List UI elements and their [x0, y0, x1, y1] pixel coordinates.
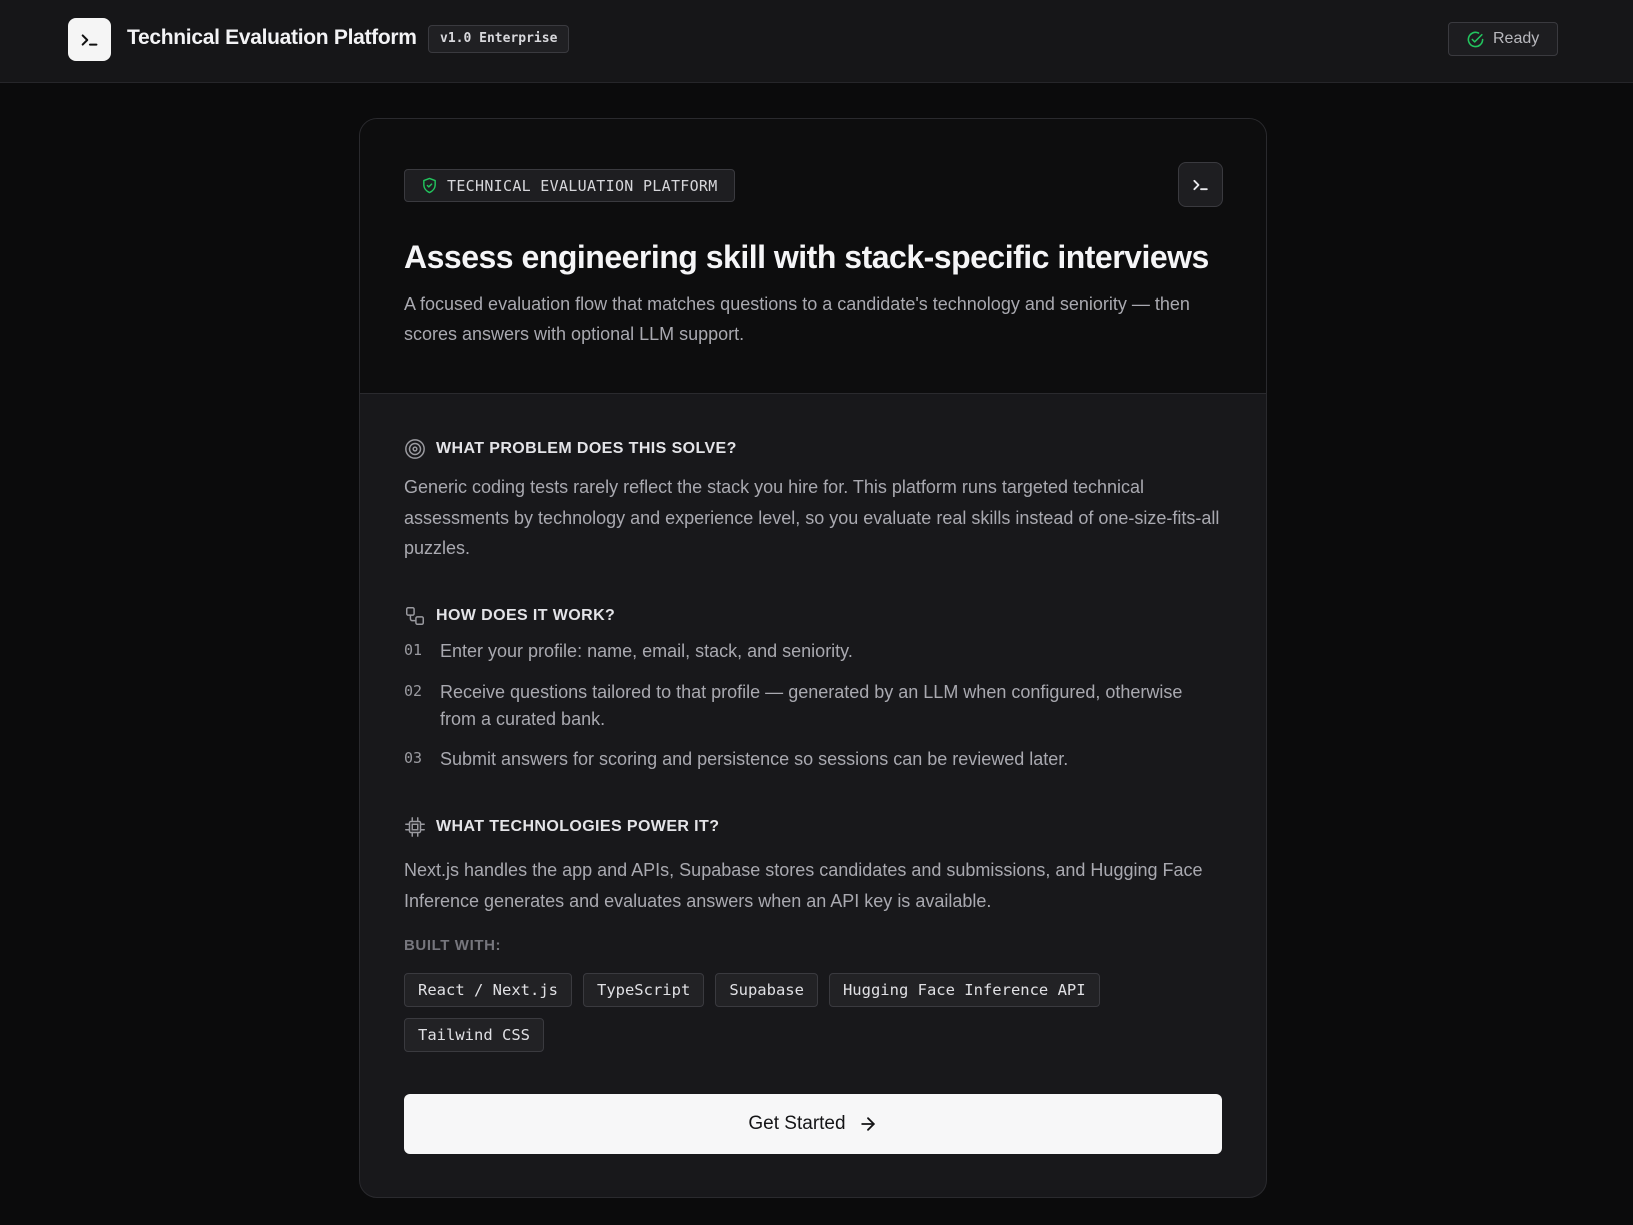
list-item: 01 Enter your profile: name, email, stac…: [404, 638, 1234, 665]
step-number: 02: [404, 682, 423, 700]
built-with-label: BUILT WITH:: [404, 937, 502, 954]
problem-title-text: WHAT PROBLEM DOES THIS SOLVE?: [436, 440, 737, 457]
step-text: Enter your profile: name, email, stack, …: [440, 641, 853, 661]
status-badge: Ready: [1448, 22, 1558, 56]
list-item: 02 Receive questions tailored to that pr…: [404, 679, 1234, 733]
cpu-icon: [404, 816, 426, 838]
get-started-button[interactable]: Get Started: [404, 1094, 1222, 1154]
platform-tag-label: TECHNICAL EVALUATION PLATFORM: [447, 176, 718, 195]
check-circle-icon: [1466, 30, 1485, 49]
problem-description: Generic coding tests rarely reflect the …: [404, 477, 1220, 558]
tech-title-text: WHAT TECHNOLOGIES POWER IT?: [436, 818, 720, 835]
terminal-icon[interactable]: [68, 18, 111, 61]
get-started-label: Get Started: [748, 1113, 846, 1134]
tech-chip: React / Next.js: [404, 973, 572, 1007]
how-section-title: HOW DOES IT WORK?: [404, 605, 615, 627]
top-bar: Technical Evaluation Platform v1.0 Enter…: [0, 0, 1633, 83]
list-item: 03 Submit answers for scoring and persis…: [404, 746, 1234, 773]
target-icon: [404, 438, 426, 460]
tech-chip: TypeScript: [582, 973, 705, 1007]
app-title: Technical Evaluation Platform: [127, 26, 417, 49]
workflow-icon: [404, 605, 426, 627]
shield-check-icon: [421, 177, 438, 194]
terminal-icon: [1191, 175, 1211, 195]
how-title-text: HOW DOES IT WORK?: [436, 607, 616, 624]
step-text: Submit answers for scoring and persisten…: [440, 749, 1069, 769]
intro-card: TECHNICAL EVALUATION PLATFORM Assess eng…: [359, 118, 1267, 1198]
tech-chip-list: React / Next.js TypeScript Supabase Hugg…: [404, 973, 1224, 1052]
arrow-right-icon: [858, 1114, 878, 1134]
terminal-button[interactable]: [1178, 162, 1223, 207]
tech-description: Next.js handles the app and APIs, Supaba…: [404, 860, 1203, 911]
version-badge: v1.0 Enterprise: [428, 25, 570, 53]
tech-chip: Supabase: [715, 973, 818, 1007]
card-header: TECHNICAL EVALUATION PLATFORM Assess eng…: [360, 119, 1266, 394]
tech-chip: Hugging Face Inference API: [828, 973, 1100, 1007]
page-subheadline: A focused evaluation flow that matches q…: [404, 294, 1190, 344]
status-label: Ready: [1493, 30, 1540, 47]
step-number: 03: [404, 749, 423, 767]
step-number: 01: [404, 641, 423, 659]
page-headline: Assess engineering skill with stack-spec…: [404, 239, 1209, 275]
tech-chip: Tailwind CSS: [404, 1018, 544, 1052]
platform-tag: TECHNICAL EVALUATION PLATFORM: [404, 169, 735, 202]
problem-section-title: WHAT PROBLEM DOES THIS SOLVE?: [404, 438, 737, 460]
tech-section-title: WHAT TECHNOLOGIES POWER IT?: [404, 816, 719, 838]
step-text: Receive questions tailored to that profi…: [440, 682, 1183, 729]
